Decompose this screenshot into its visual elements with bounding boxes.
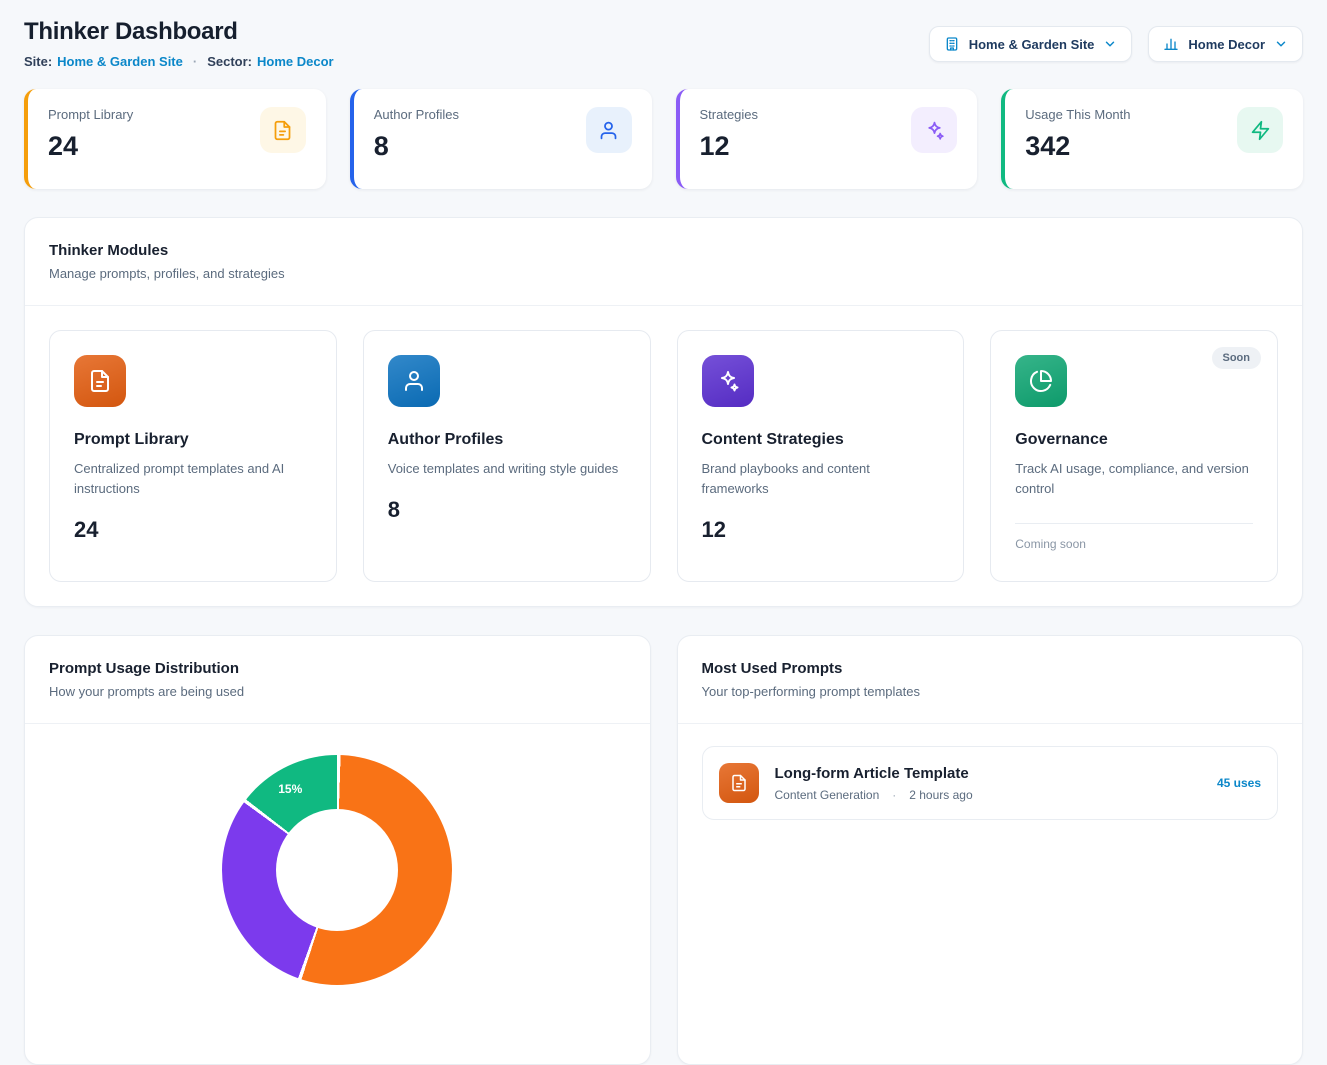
modules-section-header: Thinker Modules Manage prompts, profiles… xyxy=(25,218,1302,306)
bar-chart-icon xyxy=(1163,36,1179,52)
sparkle-icon xyxy=(702,355,754,407)
module-description: Voice templates and writing style guides xyxy=(388,459,626,479)
sector-selector-dropdown[interactable]: Home Decor xyxy=(1148,26,1303,62)
stat-value: 342 xyxy=(1025,131,1130,162)
header-actions: Home & Garden Site Home Decor xyxy=(929,18,1303,62)
list-item[interactable]: Long-form Article Template Content Gener… xyxy=(702,746,1279,820)
module-title: Author Profiles xyxy=(388,431,626,449)
module-description: Centralized prompt templates and AI inst… xyxy=(74,459,312,499)
sparkle-icon xyxy=(911,107,957,153)
separator-dot: · xyxy=(193,54,197,69)
stat-label: Author Profiles xyxy=(374,107,459,122)
document-icon xyxy=(74,355,126,407)
sector-label: Sector: xyxy=(207,54,252,69)
panel-title: Prompt Usage Distribution xyxy=(49,660,626,677)
usage-distribution-panel: Prompt Usage Distribution How your promp… xyxy=(24,635,651,1065)
prompt-info: Long-form Article Template Content Gener… xyxy=(775,765,1201,802)
module-title: Prompt Library xyxy=(74,431,312,449)
most-used-panel-header: Most Used Prompts Your top-performing pr… xyxy=(678,636,1303,724)
bottom-row: Prompt Usage Distribution How your promp… xyxy=(24,635,1303,1065)
stat-info: Strategies 12 xyxy=(700,107,759,162)
stat-card-author-profiles: Author Profiles 8 xyxy=(350,89,652,189)
module-card-governance[interactable]: Soon Governance Track AI usage, complian… xyxy=(990,330,1278,582)
uses-badge: 45 uses xyxy=(1217,776,1261,790)
stat-card-usage: Usage This Month 342 xyxy=(1001,89,1303,189)
site-link[interactable]: Home & Garden Site xyxy=(57,54,183,69)
building-icon xyxy=(944,36,960,52)
stat-value: 12 xyxy=(700,131,759,162)
divider xyxy=(1015,523,1253,524)
chevron-down-icon xyxy=(1274,37,1288,51)
panel-subtitle: How your prompts are being used xyxy=(49,684,626,699)
panel-title: Most Used Prompts xyxy=(702,660,1279,677)
stats-row: Prompt Library 24 Author Profiles 8 Stra… xyxy=(24,89,1303,189)
header-left: Thinker Dashboard Site: Home & Garden Si… xyxy=(24,18,334,69)
thinker-modules-section: Thinker Modules Manage prompts, profiles… xyxy=(24,217,1303,607)
separator-dot: · xyxy=(892,788,896,802)
site-selector-label: Home & Garden Site xyxy=(969,37,1095,52)
stat-card-strategies: Strategies 12 xyxy=(676,89,978,189)
section-title: Thinker Modules xyxy=(49,242,1278,259)
dashboard-page: Thinker Dashboard Site: Home & Garden Si… xyxy=(0,0,1327,1065)
breadcrumb: Site: Home & Garden Site · Sector: Home … xyxy=(24,54,334,69)
module-card-author-profiles[interactable]: Author Profiles Voice templates and writ… xyxy=(363,330,651,582)
usage-donut-chart[interactable]: 15% xyxy=(222,755,452,985)
lightning-icon xyxy=(1237,107,1283,153)
stat-label: Strategies xyxy=(700,107,759,122)
module-description: Brand playbooks and content frameworks xyxy=(702,459,940,499)
module-card-content-strategies[interactable]: Content Strategies Brand playbooks and c… xyxy=(677,330,965,582)
sector-link[interactable]: Home Decor xyxy=(257,54,334,69)
chevron-down-icon xyxy=(1103,37,1117,51)
module-count: 24 xyxy=(74,517,312,543)
user-icon xyxy=(586,107,632,153)
module-card-prompt-library[interactable]: Prompt Library Centralized prompt templa… xyxy=(49,330,337,582)
module-count: 12 xyxy=(702,517,940,543)
module-title: Content Strategies xyxy=(702,431,940,449)
prompt-meta: Content Generation · 2 hours ago xyxy=(775,788,1201,802)
usage-panel-header: Prompt Usage Distribution How your promp… xyxy=(25,636,650,724)
panel-subtitle: Your top-performing prompt templates xyxy=(702,684,1279,699)
stat-value: 24 xyxy=(48,131,133,162)
pie-chart-icon xyxy=(1015,355,1067,407)
header: Thinker Dashboard Site: Home & Garden Si… xyxy=(24,18,1303,69)
stat-label: Usage This Month xyxy=(1025,107,1130,122)
stat-info: Usage This Month 342 xyxy=(1025,107,1130,162)
soon-badge: Soon xyxy=(1212,347,1262,369)
donut-segment-label: 15% xyxy=(278,782,302,796)
most-used-prompts-panel: Most Used Prompts Your top-performing pr… xyxy=(677,635,1304,1065)
sector-selector-label: Home Decor xyxy=(1188,37,1265,52)
coming-soon-text: Coming soon xyxy=(1015,537,1253,551)
prompt-time: 2 hours ago xyxy=(909,788,972,802)
module-description: Track AI usage, compliance, and version … xyxy=(1015,459,1253,499)
document-icon xyxy=(260,107,306,153)
stat-value: 8 xyxy=(374,131,459,162)
module-count: 8 xyxy=(388,497,626,523)
prompt-category: Content Generation xyxy=(775,788,880,802)
stat-label: Prompt Library xyxy=(48,107,133,122)
section-subtitle: Manage prompts, profiles, and strategies xyxy=(49,266,1278,281)
donut-hole xyxy=(276,809,398,931)
stat-info: Author Profiles 8 xyxy=(374,107,459,162)
module-title: Governance xyxy=(1015,431,1253,449)
user-icon xyxy=(388,355,440,407)
site-label: Site: xyxy=(24,54,52,69)
prompt-list: Long-form Article Template Content Gener… xyxy=(678,724,1303,842)
stat-card-prompt-library: Prompt Library 24 xyxy=(24,89,326,189)
chart-area: 15% xyxy=(25,755,650,1065)
document-icon xyxy=(719,763,759,803)
stat-info: Prompt Library 24 xyxy=(48,107,133,162)
page-title: Thinker Dashboard xyxy=(24,18,334,46)
modules-grid: Prompt Library Centralized prompt templa… xyxy=(25,306,1302,606)
site-selector-dropdown[interactable]: Home & Garden Site xyxy=(929,26,1133,62)
prompt-title: Long-form Article Template xyxy=(775,765,1201,782)
